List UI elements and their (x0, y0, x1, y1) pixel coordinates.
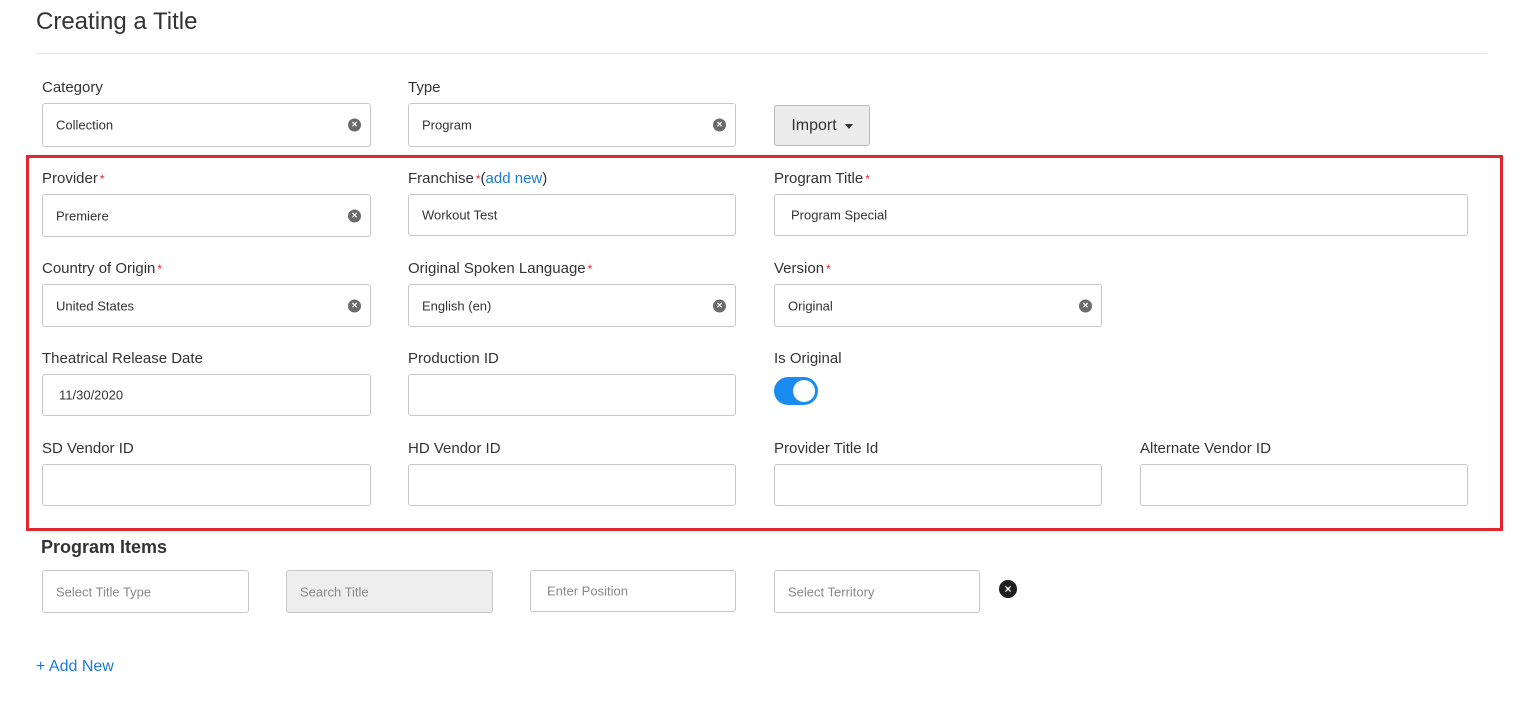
territory-placeholder: Select Territory (788, 584, 875, 599)
production-id-label: Production ID (408, 350, 499, 367)
clear-provider-icon[interactable]: × (348, 209, 361, 222)
required-marker: * (99, 172, 105, 186)
import-button[interactable]: Import (774, 105, 870, 146)
required-marker: * (587, 262, 593, 276)
franchise-label: Franchise *(add new) (408, 170, 548, 187)
version-label: Version * (774, 260, 831, 277)
country-of-origin-value: United States (56, 298, 135, 313)
category-select[interactable]: Collection × (42, 103, 371, 147)
type-field: Type (408, 78, 441, 98)
language-field: Original Spoken Language * (408, 259, 592, 279)
release-date-field: Theatrical Release Date (42, 349, 203, 369)
is-original-toggle[interactable] (774, 377, 818, 405)
title-divider (36, 53, 1487, 54)
type-select[interactable]: Program × (408, 103, 736, 147)
version-value: Original (788, 298, 833, 313)
position-placeholder: Enter Position (547, 583, 628, 599)
production-id-field: Production ID (408, 349, 499, 369)
required-marker: * (826, 262, 831, 276)
alternate-vendor-id-input[interactable] (1140, 464, 1468, 506)
alternate-vendor-id-label: Alternate Vendor ID (1140, 440, 1271, 457)
version-field: Version * (774, 259, 831, 279)
sd-vendor-id-field: SD Vendor ID (42, 439, 134, 459)
program-title-input[interactable]: Program Special (774, 194, 1468, 236)
search-title-placeholder: Search Title (300, 584, 369, 599)
franchise-input[interactable]: Workout Test (408, 194, 736, 236)
language-select[interactable]: English (en) × (408, 284, 736, 327)
clear-category-icon[interactable]: × (348, 118, 361, 132)
provider-title-id-input[interactable] (774, 464, 1102, 506)
is-original-label: Is Original (774, 350, 842, 367)
caret-down-icon (844, 124, 853, 129)
release-date-label: Theatrical Release Date (42, 350, 203, 367)
hd-vendor-id-label: HD Vendor ID (408, 440, 501, 457)
required-marker: * (157, 262, 163, 276)
territory-select[interactable]: Select Territory (774, 570, 980, 613)
version-select[interactable]: Original × (774, 284, 1102, 327)
program-items-heading: Program Items (41, 537, 168, 557)
clear-version-icon[interactable]: × (1079, 299, 1092, 312)
provider-select[interactable]: Premiere × (42, 194, 371, 237)
program-title-label: Program Title * (774, 170, 870, 187)
position-input[interactable]: Enter Position (530, 570, 736, 612)
import-button-label: Import (791, 116, 837, 134)
country-of-origin-field: Country of Origin * (42, 259, 162, 279)
sd-vendor-id-label: SD Vendor ID (42, 440, 134, 457)
category-value: Collection (56, 117, 114, 133)
provider-label: Provider * (42, 170, 105, 187)
add-new-item-link[interactable]: + Add New (36, 658, 114, 676)
provider-title-id-label: Provider Title Id (774, 440, 879, 457)
type-value: Program (422, 117, 472, 133)
search-title-input[interactable]: Search Title (286, 570, 493, 613)
add-new-franchise-link[interactable]: add new (486, 170, 543, 187)
hd-vendor-id-field: HD Vendor ID (408, 439, 501, 459)
type-label: Type (408, 79, 441, 96)
title-type-placeholder: Select Title Type (56, 584, 152, 599)
program-title-value: Program Special (791, 207, 888, 223)
release-date-input[interactable]: 11/30/2020 (42, 374, 371, 416)
release-date-value: 11/30/2020 (59, 387, 124, 403)
country-of-origin-select[interactable]: United States × (42, 284, 371, 327)
sd-vendor-id-input[interactable] (42, 464, 371, 506)
remove-item-icon[interactable]: × (999, 580, 1017, 598)
alternate-vendor-id-field: Alternate Vendor ID (1140, 439, 1271, 459)
toggle-knob (793, 380, 815, 402)
page-title: Creating a Title (36, 8, 198, 35)
program-title-field: Program Title * (774, 169, 870, 189)
clear-country-icon[interactable]: × (348, 299, 361, 312)
country-of-origin-label: Country of Origin * (42, 260, 163, 277)
category-label: Category (42, 79, 103, 96)
production-id-input[interactable] (408, 374, 736, 416)
title-type-select[interactable]: Select Title Type (42, 570, 249, 613)
provider-value: Premiere (56, 208, 109, 223)
provider-field: Provider * (42, 169, 105, 189)
provider-title-id-field: Provider Title Id (774, 439, 878, 459)
franchise-field: Franchise *(add new) (408, 169, 547, 189)
hd-vendor-id-input[interactable] (408, 464, 736, 506)
is-original-field: Is Original (774, 349, 842, 369)
required-marker: * (865, 172, 870, 186)
franchise-value: Workout Test (422, 207, 498, 223)
clear-type-icon[interactable]: × (713, 118, 726, 132)
clear-language-icon[interactable]: × (713, 299, 726, 312)
category-field: Category (42, 78, 103, 98)
language-value: English (en) (422, 298, 492, 313)
language-label: Original Spoken Language * (408, 260, 593, 277)
